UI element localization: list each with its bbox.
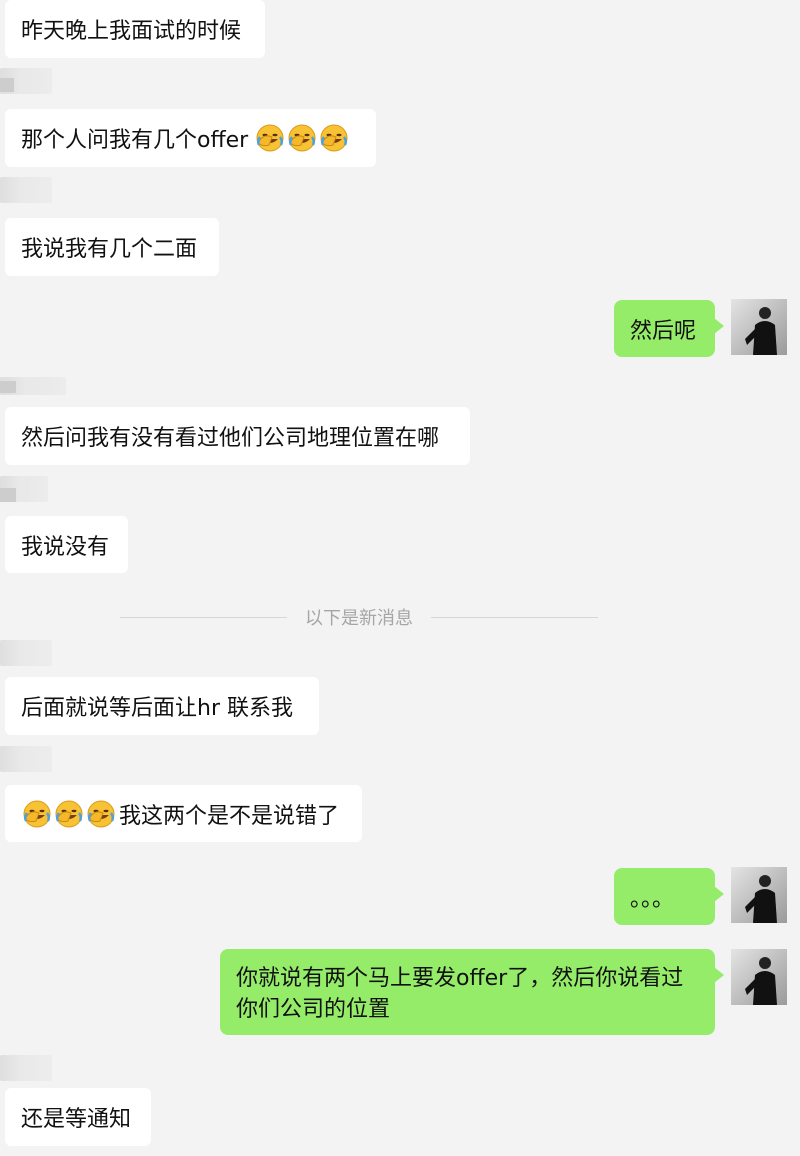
message-bubble-outgoing[interactable]: 。。。 <box>614 868 724 925</box>
facepalm-laugh-emoji-icon <box>86 799 116 829</box>
message-text: 昨天晚上我面试的时候 <box>21 19 242 44</box>
message-bubble-incoming[interactable]: 然后问我有没有看过他们公司地理位置在哪 <box>5 407 470 465</box>
sender-name-redacted <box>0 1055 52 1081</box>
user-avatar[interactable] <box>731 949 787 1005</box>
user-avatar[interactable] <box>731 867 787 923</box>
message-bubble-incoming[interactable]: 我说没有 <box>5 516 128 573</box>
sender-name-redacted <box>0 746 52 772</box>
divider-label: 以下是新消息 <box>305 608 413 629</box>
facepalm-laugh-emoji-icon <box>22 799 52 829</box>
divider-line <box>431 616 598 618</box>
sender-name-redacted <box>0 640 52 666</box>
message-text: 然后问我有没有看过他们公司地理位置在哪 <box>21 426 440 451</box>
message-bubble-incoming[interactable]: 我这两个是不是说错了 <box>5 785 362 842</box>
facepalm-laugh-emoji-icon <box>255 123 285 153</box>
message-bubble-incoming[interactable]: 昨天晚上我面试的时候 <box>5 0 265 58</box>
new-messages-divider: 以下是新消息 <box>120 604 598 630</box>
message-text: 我这两个是不是说错了 <box>119 803 340 829</box>
facepalm-laugh-emoji-icon <box>319 123 349 153</box>
sender-name-redacted <box>0 177 52 203</box>
sender-name-redacted <box>0 377 66 395</box>
facepalm-laugh-emoji-icon <box>54 799 84 829</box>
divider-line <box>120 616 287 618</box>
message-text: 然后呢 <box>630 318 697 344</box>
message-text: 。。。 <box>630 886 675 912</box>
message-text: 我说没有 <box>21 534 110 560</box>
message-text: 我说我有几个二面 <box>21 237 198 262</box>
sender-name-redacted <box>0 476 48 502</box>
message-bubble-incoming[interactable]: 那个人问我有几个offer <box>5 109 376 167</box>
message-text: 那个人问我有几个offer <box>21 128 249 153</box>
facepalm-laugh-emoji-icon <box>287 123 317 153</box>
sender-name-redacted <box>0 68 52 94</box>
user-avatar[interactable] <box>731 299 787 355</box>
message-bubble-incoming[interactable]: 还是等通知 <box>5 1088 151 1146</box>
message-bubble-outgoing[interactable]: 你就说有两个马上要发offer了，然后你说看过你们公司的位置 <box>220 949 724 1035</box>
message-bubble-incoming[interactable]: 我说我有几个二面 <box>5 218 219 276</box>
message-text: 还是等通知 <box>21 1107 132 1132</box>
message-text: 你就说有两个马上要发offer了，然后你说看过你们公司的位置 <box>236 966 684 1022</box>
message-bubble-outgoing[interactable]: 然后呢 <box>614 300 724 357</box>
message-bubble-incoming[interactable]: 后面就说等后面让hr 联系我 <box>5 677 319 735</box>
message-text: 后面就说等后面让hr 联系我 <box>21 696 293 721</box>
